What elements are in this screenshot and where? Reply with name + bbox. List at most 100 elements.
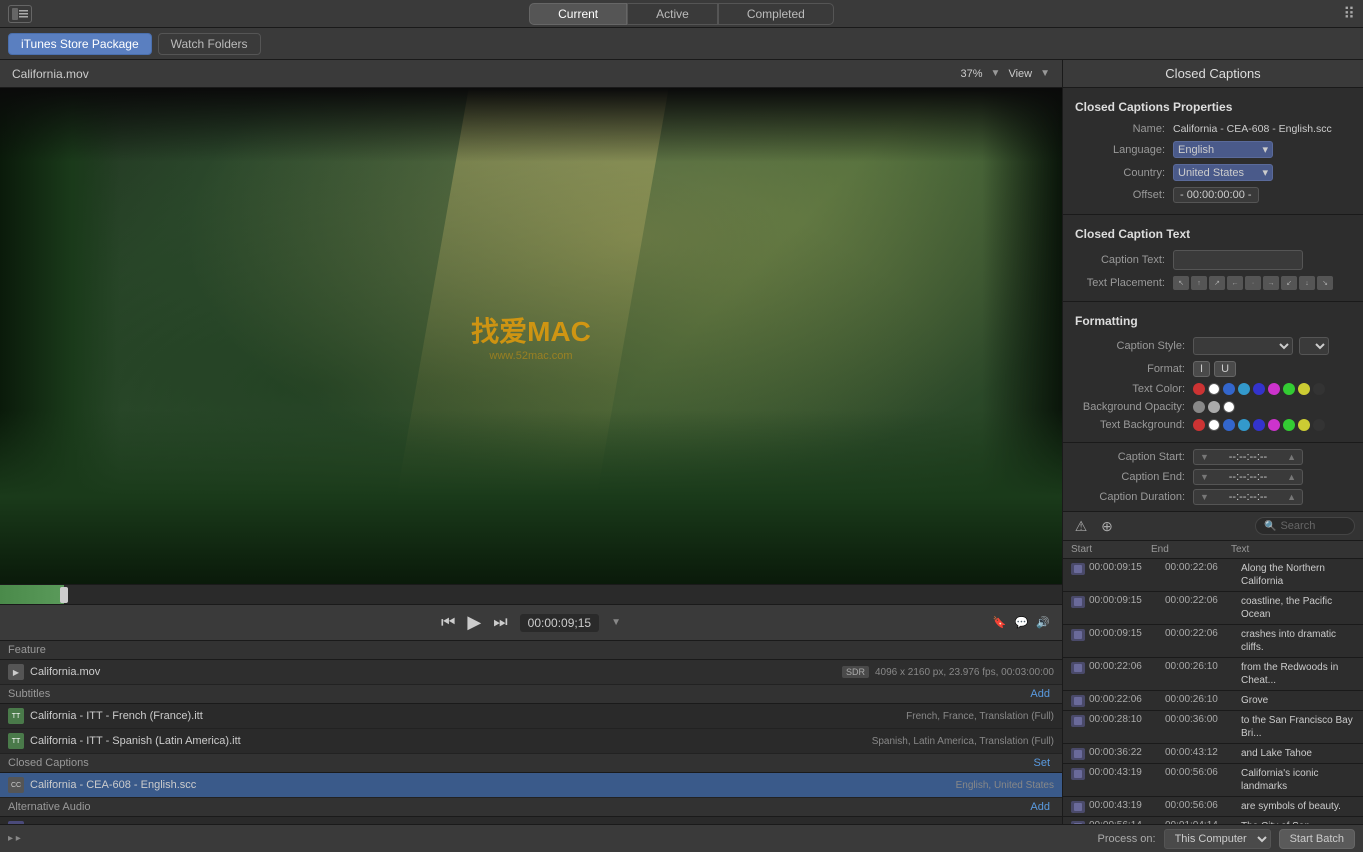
cc-set-btn[interactable]: Set	[1029, 757, 1054, 769]
skip-forward-btn[interactable]: ⏭	[493, 614, 507, 632]
volume-icon[interactable]: 🔊	[1036, 616, 1050, 629]
caption-start-4: 00:00:22:06	[1089, 694, 1165, 705]
grid-icon[interactable]: ⠿	[1343, 6, 1355, 23]
caption-duration-field[interactable]: ▼ --:--:--:-- ▲	[1193, 489, 1303, 505]
audio-add-btn[interactable]: Add	[1026, 801, 1054, 813]
search-box[interactable]: 🔍 Search	[1255, 517, 1355, 535]
caption-row[interactable]: 00:00:22:06 00:00:26:10 Grove	[1063, 691, 1363, 711]
feature-item[interactable]: ▶ California.mov SDR 4096 x 2160 px, 23.…	[0, 660, 1062, 685]
color-yellow[interactable]	[1298, 383, 1310, 395]
tab-current[interactable]: Current	[529, 3, 627, 25]
language-row: Language: English▾	[1063, 138, 1363, 161]
caption-duration-row: Caption Duration: ▼ --:--:--:-- ▲	[1063, 487, 1363, 507]
caption-row[interactable]: 00:00:09:15 00:00:22:06 Along the Northe…	[1063, 559, 1363, 592]
caption-start-field[interactable]: ▼ --:--:--:-- ▲	[1193, 449, 1303, 465]
placement-mc[interactable]: ·	[1245, 276, 1261, 290]
caption-row[interactable]: 00:00:22:06 00:00:26:10 from the Redwood…	[1063, 658, 1363, 691]
placement-tc[interactable]: ↑	[1191, 276, 1207, 290]
underline-btn[interactable]: U	[1214, 361, 1236, 377]
color-blue1[interactable]	[1223, 383, 1235, 395]
caption-text-2: crashes into dramatic cliffs.	[1241, 628, 1355, 654]
tbg-red[interactable]	[1193, 419, 1205, 431]
warning-icon[interactable]: ⚠	[1071, 516, 1091, 536]
caption-text-3: from the Redwoods in Cheat...	[1241, 661, 1355, 687]
left-panel: California.mov 37% ▼ View ▼	[0, 60, 1063, 824]
tbg-blue3[interactable]	[1253, 419, 1265, 431]
tbg-purple[interactable]	[1268, 419, 1280, 431]
subtitles-add-btn[interactable]: Add	[1026, 688, 1054, 700]
play-btn[interactable]: ▶	[467, 612, 481, 633]
audio-label: Alternative Audio	[8, 801, 91, 813]
tbg-black[interactable]	[1313, 419, 1325, 431]
text-bg-row: Text Background:	[1063, 416, 1363, 434]
tbg-green[interactable]	[1283, 419, 1295, 431]
tbg-white[interactable]	[1208, 419, 1220, 431]
subtitle-item-0[interactable]: TT California - ITT - French (France).it…	[0, 704, 1062, 729]
caption-row[interactable]: 00:00:09:15 00:00:22:06 coastline, the P…	[1063, 592, 1363, 625]
subtitle-icon-0: TT	[8, 708, 24, 724]
process-select[interactable]: This Computer	[1164, 829, 1271, 849]
comment-icon[interactable]: 💬	[1015, 616, 1029, 629]
caption-row[interactable]: 00:00:36:22 00:00:43:12 and Lake Tahoe	[1063, 744, 1363, 764]
placement-mr[interactable]: →	[1263, 276, 1279, 290]
watch-folders-btn[interactable]: Watch Folders	[158, 33, 261, 55]
caption-end-field[interactable]: ▼ --:--:--:-- ▲	[1193, 469, 1303, 485]
caption-text-input[interactable]	[1173, 250, 1303, 270]
tbg-yellow[interactable]	[1298, 419, 1310, 431]
add-caption-icon[interactable]: ⊕	[1097, 516, 1117, 536]
country-select[interactable]: United States▾	[1173, 164, 1273, 181]
color-blue2[interactable]	[1238, 383, 1250, 395]
video-header: California.mov 37% ▼ View ▼	[0, 60, 1062, 88]
itunes-store-btn[interactable]: iTunes Store Package	[8, 33, 152, 55]
tbg-blue1[interactable]	[1223, 419, 1235, 431]
caption-style-select2[interactable]	[1299, 337, 1329, 355]
caption-start-row: Caption Start: ▼ --:--:--:-- ▲	[1063, 447, 1363, 467]
placement-tl[interactable]: ↖	[1173, 276, 1189, 290]
italic-btn[interactable]: I	[1193, 361, 1210, 377]
color-white[interactable]	[1208, 383, 1220, 395]
placement-bc[interactable]: ↓	[1299, 276, 1315, 290]
opacity-light[interactable]	[1208, 401, 1220, 413]
feature-label: Feature	[8, 644, 46, 656]
caption-text-5: to the San Francisco Bay Bri...	[1241, 714, 1355, 740]
audio-item-0[interactable]: ♪ California Audio Description - French …	[0, 817, 1062, 824]
caption-row[interactable]: 00:00:28:10 00:00:36:00 to the San Franc…	[1063, 711, 1363, 744]
caption-row[interactable]: 00:00:43:19 00:00:56:06 are symbols of b…	[1063, 797, 1363, 817]
subtitle-item-1[interactable]: TT California - ITT - Spanish (Latin Ame…	[0, 729, 1062, 754]
opacity-gray[interactable]	[1193, 401, 1205, 413]
caption-end-0: 00:00:22:06	[1165, 562, 1241, 573]
language-select[interactable]: English▾	[1173, 141, 1273, 158]
timeline-thumb[interactable]	[60, 587, 68, 603]
timeline-bar[interactable]	[0, 584, 1062, 604]
caption-row[interactable]: 00:00:56:14 00:01:04:14 The City of San …	[1063, 817, 1363, 824]
color-green[interactable]	[1283, 383, 1295, 395]
caption-row[interactable]: 00:00:43:19 00:00:56:06 California's ico…	[1063, 764, 1363, 797]
sidebar-toggle[interactable]	[8, 5, 32, 23]
color-purple[interactable]	[1268, 383, 1280, 395]
zoom-display: 37%	[961, 68, 983, 80]
placement-br[interactable]: ↘	[1317, 276, 1333, 290]
video-file-icon: ▶	[8, 664, 24, 680]
placement-tr[interactable]: ↗	[1209, 276, 1225, 290]
bookmark-icon[interactable]: 🔖	[993, 616, 1007, 629]
tab-completed[interactable]: Completed	[718, 3, 834, 25]
placement-bl[interactable]: ↙	[1281, 276, 1297, 290]
watermark-text2: www.52mac.com	[471, 350, 591, 362]
caption-toolbar-left: ⚠ ⊕	[1071, 516, 1117, 536]
caption-row[interactable]: 00:00:09:15 00:00:22:06 crashes into dra…	[1063, 625, 1363, 658]
tbg-blue2[interactable]	[1238, 419, 1250, 431]
caption-style-select[interactable]	[1193, 337, 1293, 355]
cc-item-0[interactable]: CC California - CEA-608 - English.scc En…	[0, 773, 1062, 798]
skip-back-btn[interactable]: ⏮	[441, 614, 455, 632]
time-display[interactable]: 00:00:09;15	[520, 614, 599, 632]
opacity-white[interactable]	[1223, 401, 1235, 413]
color-red[interactable]	[1193, 383, 1205, 395]
tab-group: Current Active Completed	[529, 3, 834, 25]
view-btn[interactable]: View	[1008, 68, 1032, 80]
offset-field[interactable]: - 00:00:00:00 -	[1173, 187, 1259, 203]
start-batch-btn[interactable]: Start Batch	[1279, 829, 1355, 849]
placement-ml[interactable]: ←	[1227, 276, 1243, 290]
tab-active[interactable]: Active	[627, 3, 718, 25]
color-black[interactable]	[1313, 383, 1325, 395]
color-blue3[interactable]	[1253, 383, 1265, 395]
